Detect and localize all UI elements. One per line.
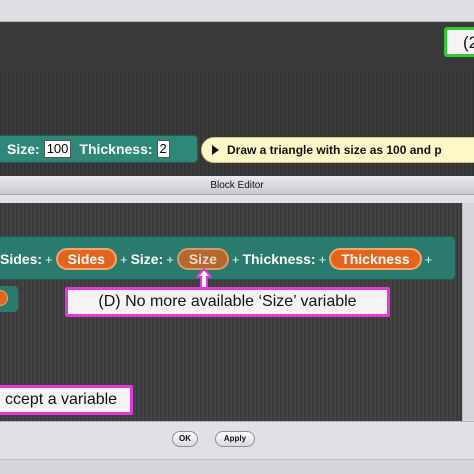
ok-button[interactable]: OK: [172, 431, 198, 447]
annotation-callout-left: ccept a variable: [0, 385, 133, 415]
add-input-icon[interactable]: +: [45, 252, 53, 267]
tooltip-text: Draw a triangle with size as 100 and p: [227, 143, 442, 157]
annotation-callout-d: (D) No more available ‘Size’ variable: [65, 287, 390, 317]
apply-button[interactable]: Apply: [215, 431, 255, 447]
vertical-scrollbar[interactable]: [462, 203, 474, 421]
size-label: Size:: [130, 251, 164, 267]
size-parameter[interactable]: Size: [176, 248, 229, 270]
play-triangle-icon: [212, 145, 219, 155]
upper-dark-area: [0, 22, 474, 70]
add-input-icon[interactable]: +: [166, 252, 174, 267]
size-input[interactable]: 100: [43, 140, 72, 158]
sides-parameter[interactable]: Sides: [55, 248, 117, 270]
definition-parameters-row: Sides: + Sides + Size: + Size + Thicknes…: [0, 244, 450, 274]
add-input-icon[interactable]: +: [319, 252, 327, 267]
callout-text: (D) No more available ‘Size’ variable: [98, 293, 357, 310]
top-window-frame: [0, 0, 474, 22]
annotation-callout-top-right: (2: [444, 27, 474, 57]
block-editor-title-bar[interactable]: Block Editor: [0, 176, 474, 195]
callout-text: (2: [463, 33, 474, 52]
size-label: Size:: [7, 141, 40, 157]
add-input-icon[interactable]: +: [425, 252, 433, 267]
add-input-icon[interactable]: +: [232, 252, 240, 267]
divider: [0, 421, 474, 422]
draw-triangle-command-block[interactable]: Size: 100 Thickness: 2: [0, 135, 198, 163]
window-title: Block Editor: [210, 180, 264, 191]
block-help-tooltip: Draw a triangle with size as 100 and p: [201, 137, 474, 163]
thickness-input[interactable]: 2: [156, 140, 170, 158]
callout-text: ccept a variable: [5, 391, 118, 408]
resize-handle[interactable]: [0, 459, 474, 474]
thickness-parameter[interactable]: Thickness: [329, 248, 422, 270]
thickness-label: Thickness:: [79, 141, 153, 157]
add-input-icon[interactable]: +: [120, 252, 128, 267]
sides-label: Sides:: [0, 251, 43, 267]
thickness-label: Thickness:: [242, 251, 316, 267]
